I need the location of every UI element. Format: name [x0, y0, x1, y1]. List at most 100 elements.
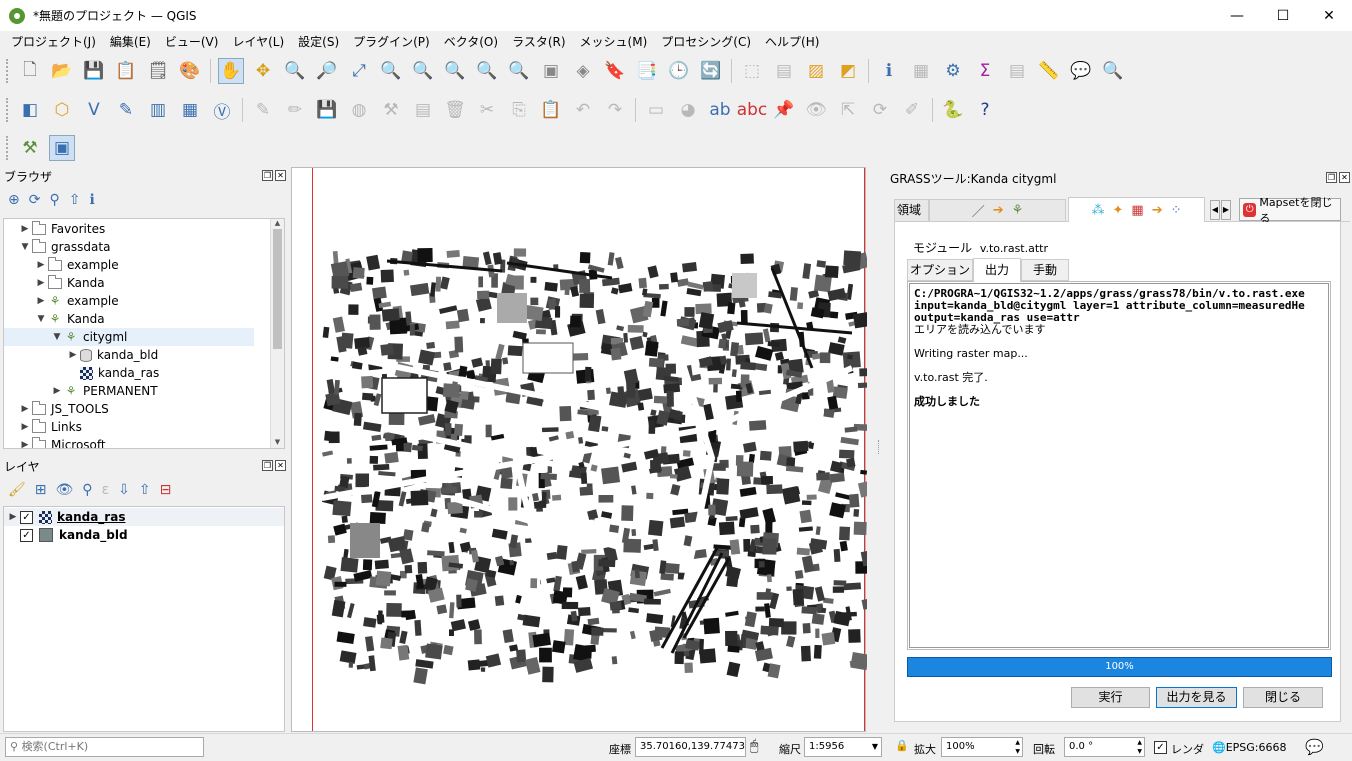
new-3d-view-icon[interactable]: ◈	[570, 58, 596, 84]
collapse-all-icon[interactable]: ⇧	[69, 192, 81, 208]
subtab-output[interactable]: 出力	[973, 258, 1021, 282]
new-temp-layer-icon[interactable]: ▥	[145, 97, 171, 123]
undo-icon[interactable]: ↶	[570, 97, 596, 123]
browser-item[interactable]: ▶ kanda_bld	[4, 346, 284, 364]
field-calculator-icon[interactable]: ▤	[1004, 58, 1030, 84]
toggle-editing-icon[interactable]: ✏	[282, 97, 308, 123]
refresh-icon[interactable]: ⟳	[29, 192, 41, 208]
pan-to-selection-icon[interactable]: ✥	[250, 58, 276, 84]
close-panel-icon[interactable]: ✕	[1339, 172, 1350, 183]
cut-features-icon[interactable]: ✂	[474, 97, 500, 123]
info-icon[interactable]: ℹ	[89, 192, 94, 208]
menu-settings[interactable]: 設定(S)	[291, 33, 346, 50]
menu-raster[interactable]: ラスタ(R)	[505, 33, 572, 50]
menu-processing[interactable]: プロセシング(C)	[654, 33, 758, 50]
grass-region-icon[interactable]: ▣	[49, 135, 75, 161]
menu-vector[interactable]: ベクタ(O)	[437, 33, 505, 50]
diagram-icon[interactable]: ◕	[675, 97, 701, 123]
menu-help[interactable]: ヘルプ(H)	[758, 33, 826, 50]
tab-module-output[interactable]: ⁂ ✦ ▦ ➔ ⁘	[1068, 197, 1205, 223]
refresh-icon[interactable]: 🔄	[698, 58, 724, 84]
subtab-options[interactable]: オプション	[907, 259, 973, 281]
float-icon[interactable]: ❐	[1326, 172, 1337, 183]
coordinate-field[interactable]: 35.70160,139.77473	[635, 737, 746, 757]
zoom-last-icon[interactable]: 🔍	[474, 58, 500, 84]
zoom-out-icon[interactable]: 🔎	[314, 58, 340, 84]
view-output-button[interactable]: 出力を見る	[1156, 687, 1237, 708]
move-label-icon[interactable]: ⇱	[835, 97, 861, 123]
close-mapset-button[interactable]: ⏻ Mapsetを閉じる	[1239, 196, 1341, 225]
manage-visibility-icon[interactable]: 👁	[56, 482, 74, 498]
browser-item[interactable]: ▼ grassdata	[4, 238, 284, 256]
pin-labels-icon[interactable]: 📌	[771, 97, 797, 123]
new-spatialite-icon[interactable]: ✎	[113, 97, 139, 123]
menu-mesh[interactable]: メッシュ(M)	[573, 33, 655, 50]
collapse-all-icon[interactable]: ⇧	[139, 482, 151, 498]
save-project-icon[interactable]: 💾	[81, 58, 107, 84]
lock-icon[interactable]: 🔒	[895, 739, 909, 752]
tab-scroll-right[interactable]: ▶	[1221, 200, 1231, 220]
layer-visibility-checkbox[interactable]: ✓	[20, 510, 33, 524]
layer-item[interactable]: ▶ ✓ kanda_ras	[4, 508, 284, 526]
float-icon[interactable]: ❐	[262, 170, 273, 181]
layers-tree[interactable]: ▶ ✓ kanda_ras ✓ kanda_bld	[3, 506, 285, 732]
attribute-table-icon[interactable]: ▦	[908, 58, 934, 84]
expand-arrow-icon[interactable]: ▼	[18, 242, 32, 252]
render-checkbox[interactable]: ✓	[1154, 741, 1167, 754]
tab-region[interactable]: 領域	[894, 199, 929, 221]
select-by-value-icon[interactable]: ▤	[771, 58, 797, 84]
layer-item[interactable]: ✓ kanda_bld	[4, 526, 284, 544]
redo-icon[interactable]: ↷	[602, 97, 628, 123]
delete-selected-icon[interactable]: 🗑	[442, 97, 468, 123]
float-icon[interactable]: ❐	[262, 460, 273, 471]
scale-field[interactable]: 1:5956 ▼	[804, 737, 882, 757]
zoom-next-icon[interactable]: 🔍	[506, 58, 532, 84]
tab-scroll-left[interactable]: ◀	[1210, 200, 1220, 220]
map-canvas[interactable]	[291, 167, 867, 732]
modify-attributes-icon[interactable]: ▤	[410, 97, 436, 123]
browser-item[interactable]: ▶ example	[4, 256, 284, 274]
filter-expression-icon[interactable]: ε	[102, 482, 110, 498]
expand-arrow-icon[interactable]: ▶	[50, 386, 64, 396]
expand-arrow-icon[interactable]: ▶	[34, 278, 48, 288]
zoom-full-icon[interactable]: ⤢	[346, 58, 372, 84]
menu-view[interactable]: ビュー(V)	[158, 33, 226, 50]
magnifier-field[interactable]: 100% ▲ ▼	[941, 737, 1023, 757]
subtab-manual[interactable]: 手動	[1021, 259, 1069, 281]
style-manager-icon[interactable]: 🎨	[177, 58, 203, 84]
filter-legend-icon[interactable]: ⚲	[82, 482, 92, 498]
expand-all-icon[interactable]: ⇩	[118, 482, 130, 498]
toolbar-grip[interactable]	[6, 136, 10, 160]
add-grass-vector-icon[interactable]: Ⓥ	[209, 97, 235, 123]
run-button[interactable]: 実行	[1071, 687, 1150, 708]
filter-icon[interactable]: ⚲	[49, 192, 59, 208]
pan-map-icon[interactable]: ✋	[218, 58, 244, 84]
messages-icon[interactable]: 💬	[1305, 738, 1324, 756]
zoom-native-icon[interactable]: 🔍	[442, 58, 468, 84]
browser-item[interactable]: kanda_ras	[4, 364, 284, 382]
new-geopackage-icon[interactable]: ⬡	[49, 97, 75, 123]
new-map-view-icon[interactable]: ▣	[538, 58, 564, 84]
browser-item[interactable]: ▼ ⚘ Kanda	[4, 310, 284, 328]
zoom-layer-icon[interactable]: 🔍	[410, 58, 436, 84]
new-shapefile-icon[interactable]: V	[81, 97, 107, 123]
browser-item[interactable]: ▶ Favorites	[4, 220, 284, 238]
expand-arrow-icon[interactable]: ▶	[34, 260, 48, 270]
close-panel-icon[interactable]: ✕	[275, 460, 286, 471]
zoom-in-icon[interactable]: 🔍	[282, 58, 308, 84]
rotate-label-icon[interactable]: ⟳	[867, 97, 893, 123]
add-selected-icon[interactable]: ⊕	[8, 192, 20, 208]
add-group-icon[interactable]: ⊞	[35, 482, 47, 498]
current-edits-icon[interactable]: ✎	[250, 97, 276, 123]
expand-arrow-icon[interactable]: ▶	[34, 296, 48, 306]
grass-tools-icon[interactable]: ⚒	[17, 135, 43, 161]
zoom-selection-icon[interactable]: 🔍	[378, 58, 404, 84]
browser-item[interactable]: ▶ ⚘ PERMANENT	[4, 382, 284, 400]
new-project-icon[interactable]: 🗋	[17, 58, 43, 84]
open-project-icon[interactable]: 📂	[49, 58, 75, 84]
paste-features-icon[interactable]: 📋	[538, 97, 564, 123]
label-toolbar-icon[interactable]: ▭	[643, 97, 669, 123]
toolbox-icon[interactable]: ⚙	[940, 58, 966, 84]
menu-plugins[interactable]: プラグイン(P)	[346, 33, 437, 50]
output-log[interactable]: C:/PROGRA~1/QGIS32~1.2/apps/grass/grass7…	[909, 283, 1329, 648]
